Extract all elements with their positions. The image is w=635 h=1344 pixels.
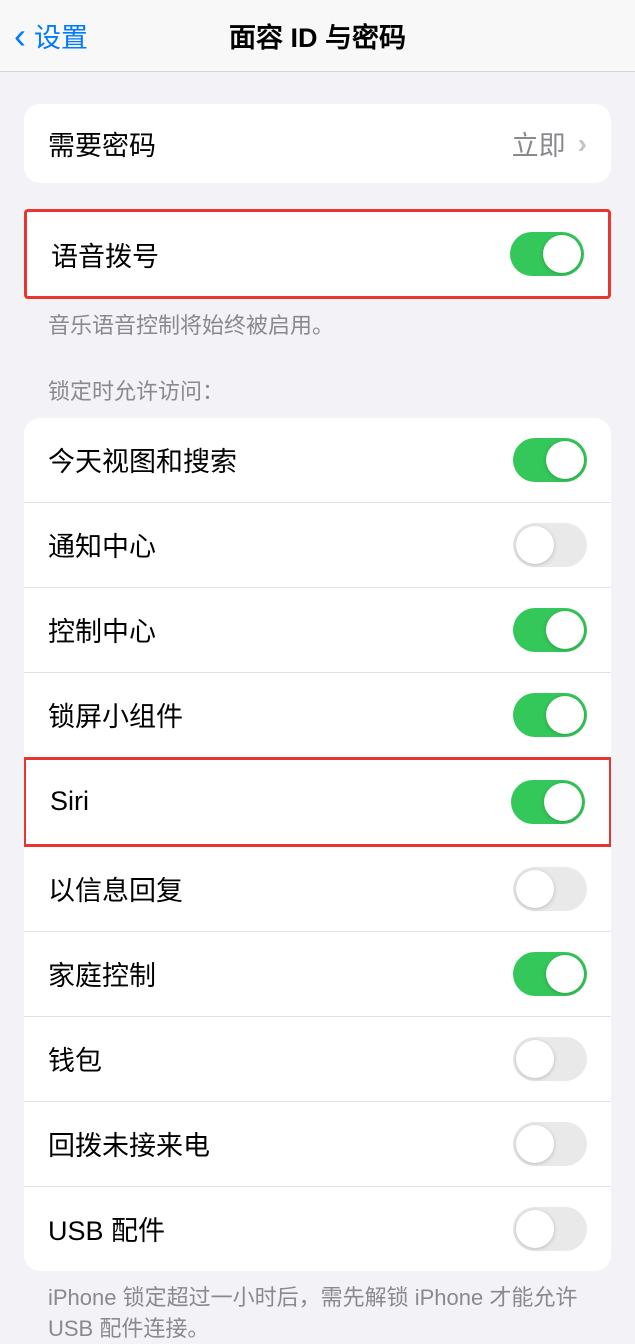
voice-dial-group: 语音拨号 [24,209,611,299]
control-center-toggle[interactable] [513,608,587,652]
voice-dial-footer: 音乐语音控制将始终被启用。 [24,299,611,342]
page-title: 面容 ID 与密码 [229,16,406,55]
home-control-row: 家庭控制 [24,931,611,1016]
voice-dial-label: 语音拨号 [51,235,159,274]
chevron-right-icon: › [578,128,587,160]
control-center-label: 控制中心 [48,610,156,649]
siri-row: Siri [24,757,611,847]
back-label: 设置 [34,16,88,55]
reply-message-row: 以信息回复 [24,847,611,931]
locked-access-header: 锁定时允许访问： [24,342,611,418]
voice-dial-toggle[interactable] [510,232,584,276]
usb-accessories-label: USB 配件 [48,1209,165,1248]
wallet-toggle[interactable] [513,1037,587,1081]
home-control-label: 家庭控制 [48,954,156,993]
return-missed-calls-label: 回拨未接来电 [48,1124,210,1163]
require-passcode-row[interactable]: 需要密码 立即 › [24,104,611,183]
require-passcode-label: 需要密码 [48,124,156,163]
voice-dial-row: 语音拨号 [27,212,608,296]
notification-center-row: 通知中心 [24,502,611,587]
navigation-bar: ‹ 设置 面容 ID 与密码 [0,0,635,72]
reply-message-toggle[interactable] [513,867,587,911]
today-view-row: 今天视图和搜索 [24,418,611,502]
siri-toggle[interactable] [511,780,585,824]
usb-accessories-toggle[interactable] [513,1207,587,1251]
control-center-row: 控制中心 [24,587,611,672]
lockscreen-widgets-row: 锁屏小组件 [24,672,611,757]
return-missed-calls-toggle[interactable] [513,1122,587,1166]
siri-label: Siri [50,786,89,817]
require-passcode-value: 立即 [512,124,566,163]
locked-access-group: 今天视图和搜索 通知中心 控制中心 锁屏小组件 Siri 以信息回复 家庭控制 [24,418,611,1271]
usb-accessories-row: USB 配件 [24,1186,611,1271]
wallet-row: 钱包 [24,1016,611,1101]
return-missed-calls-row: 回拨未接来电 [24,1101,611,1186]
today-view-label: 今天视图和搜索 [48,440,237,479]
notification-center-label: 通知中心 [48,525,156,564]
home-control-toggle[interactable] [513,952,587,996]
usb-footer: iPhone 锁定超过一小时后，需先解锁 iPhone 才能允许 USB 配件连… [24,1271,611,1344]
require-passcode-group: 需要密码 立即 › [24,104,611,183]
back-button[interactable]: ‹ 设置 [0,16,88,55]
lockscreen-widgets-label: 锁屏小组件 [48,695,183,734]
reply-message-label: 以信息回复 [48,869,183,908]
notification-center-toggle[interactable] [513,523,587,567]
chevron-left-icon: ‹ [14,18,26,54]
wallet-label: 钱包 [48,1039,102,1078]
lockscreen-widgets-toggle[interactable] [513,693,587,737]
today-view-toggle[interactable] [513,438,587,482]
